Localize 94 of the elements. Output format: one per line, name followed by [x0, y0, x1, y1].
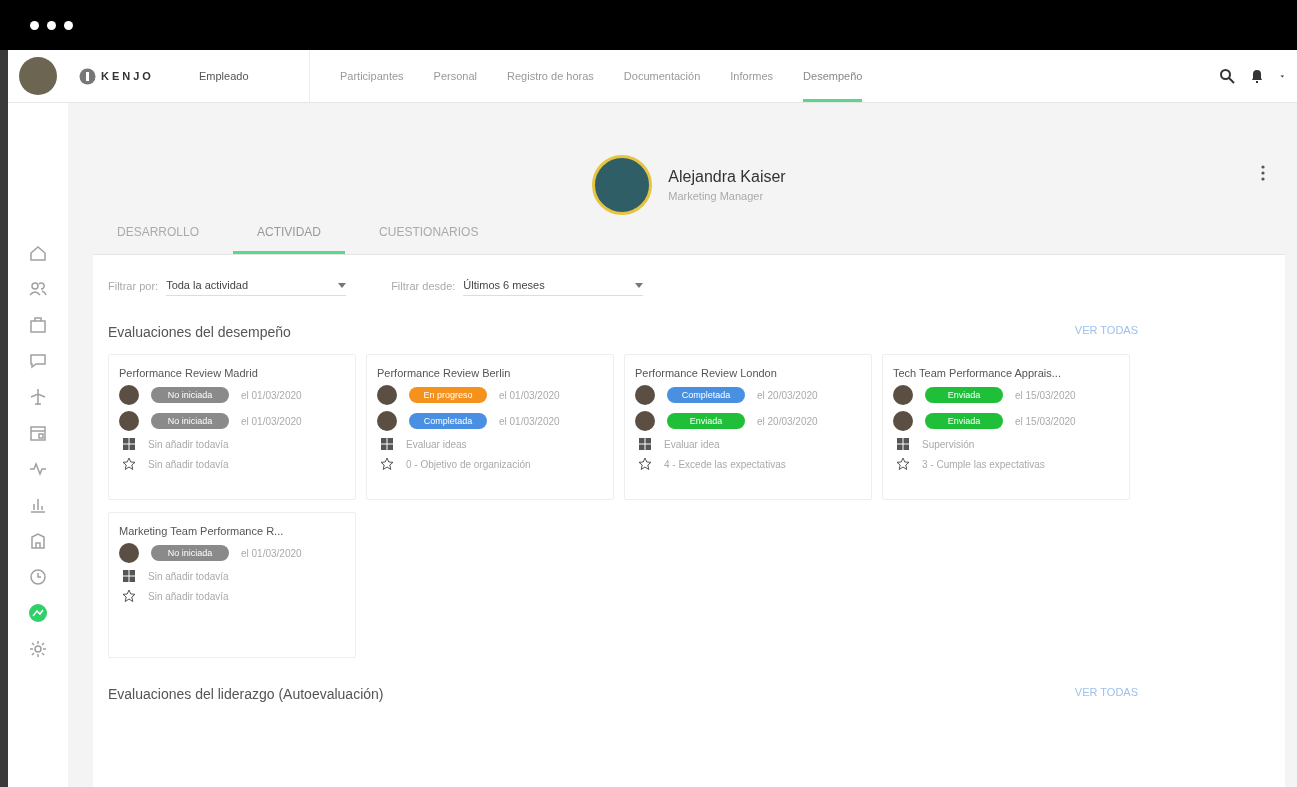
status-badge: No iniciada [151, 387, 229, 403]
status-badge: Completada [409, 413, 487, 429]
review-date: el 15/03/2020 [1015, 415, 1076, 427]
logo-text: KENJO [101, 70, 154, 82]
result-text: Sin añadir todavía [148, 438, 229, 450]
star-icon [122, 589, 136, 603]
rating-text: Sin añadir todavía [148, 458, 229, 470]
result-text: Evaluar idea [664, 438, 720, 450]
review-date: el 01/03/2020 [499, 415, 560, 427]
card-title: Performance Review Berlin [377, 367, 512, 379]
section-label: Empleado [199, 50, 310, 102]
star-icon [122, 457, 136, 471]
result-text: Evaluar ideas [406, 438, 467, 450]
evaluation-card[interactable]: Marketing Team Performance R... No iniciada el 01/03/2020 Sin añadir todavía Sin añadir todavía [108, 512, 356, 658]
chat-icon[interactable] [28, 351, 48, 371]
section-title: Evaluaciones del liderazgo (Autoevaluación) [108, 686, 384, 702]
more-icon[interactable] [1261, 165, 1265, 181]
building-icon[interactable] [28, 531, 48, 551]
avatar [893, 385, 913, 405]
evaluation-card[interactable]: Performance Review Madrid No iniciada el 01/03/2020 No iniciada el 01/03/2020 Sin añadir todavía Sin añadir todavía [108, 354, 356, 500]
star-icon [638, 457, 652, 471]
card-title: Marketing Team Performance R... [119, 525, 285, 537]
star-icon [380, 457, 394, 471]
grid-icon [896, 437, 910, 451]
filter-label: Filtrar desde: [391, 279, 456, 292]
rating-text: 3 - Cumple las expectativas [922, 458, 1045, 470]
status-badge: Completada [667, 387, 745, 403]
avatar [893, 411, 913, 431]
card-title: Performance Review Madrid [119, 367, 259, 379]
window-dot [30, 20, 39, 30]
search-icon[interactable] [1219, 68, 1235, 84]
grid-icon [122, 569, 136, 583]
nav-tab[interactable]: Informes [730, 50, 774, 102]
window-dot [47, 20, 56, 30]
result-text: Sin añadir todavía [148, 570, 229, 582]
profile-tab[interactable]: CUESTIONARIOS [355, 215, 503, 254]
result-text: Supervisión [922, 438, 975, 450]
view-all-link[interactable]: VER TODAS [1074, 686, 1138, 702]
card-title: Tech Team Performance Apprais... [893, 367, 1062, 379]
nav-tab[interactable]: Participantes [340, 50, 404, 102]
caret-icon [338, 282, 347, 288]
status-badge: Enviada [925, 387, 1003, 403]
avatar [119, 411, 139, 431]
status-badge: Enviada [925, 413, 1003, 429]
status-badge: En progreso [409, 387, 487, 403]
avatar [635, 385, 655, 405]
profile-tab[interactable]: DESARROLLO [93, 215, 224, 254]
review-date: el 20/03/2020 [757, 415, 818, 427]
filter-label: Filtrar por: [108, 279, 159, 292]
avatar [119, 543, 139, 563]
view-all-link[interactable]: VER TODAS [1074, 324, 1138, 340]
gear-icon[interactable] [28, 639, 48, 659]
rating-text: 0 - Objetivo de organización [406, 458, 531, 470]
filter-dropdown[interactable]: Últimos 6 meses [463, 275, 644, 296]
nav-tab[interactable]: Personal [433, 50, 477, 102]
caret-icon [635, 282, 644, 288]
home-icon[interactable] [28, 243, 48, 263]
rating-text: 4 - Excede las expectativas [664, 458, 786, 470]
evaluation-card[interactable]: Performance Review Berlin En progreso el 01/03/2020 Completada el 01/03/2020 Evaluar ideas 0 - Objetivo de organización [366, 354, 614, 500]
grid-icon [380, 437, 394, 451]
star-icon [896, 457, 910, 471]
filter-dropdown[interactable]: Toda la actividad [166, 275, 347, 296]
logo-icon [79, 67, 96, 85]
user-avatar[interactable] [19, 57, 57, 95]
nav-tab[interactable]: Documentación [623, 50, 701, 102]
evaluation-card[interactable]: Tech Team Performance Apprais... Enviada el 15/03/2020 Enviada el 15/03/2020 Supervisión 3 - Cumple las expectativas [882, 354, 1130, 500]
avatar [377, 385, 397, 405]
status-badge: No iniciada [151, 413, 229, 429]
bell-icon[interactable] [1249, 68, 1265, 84]
review-date: el 01/03/2020 [241, 389, 302, 401]
grid-icon [122, 437, 136, 451]
nav-tab[interactable]: Desempeño [803, 50, 863, 102]
status-badge: Enviada [667, 413, 745, 429]
review-date: el 01/03/2020 [241, 547, 302, 559]
review-date: el 20/03/2020 [757, 389, 818, 401]
evaluation-card[interactable]: Performance Review London Completada el 20/03/2020 Enviada el 20/03/2020 Evaluar idea 4 - Excede las expectativas [624, 354, 872, 500]
rating-text: Sin añadir todavía [148, 590, 229, 602]
avatar [377, 411, 397, 431]
nav-tab[interactable]: Registro de horas [507, 50, 594, 102]
card-title: Performance Review London [635, 367, 778, 379]
section-title: Evaluaciones del desempeño [108, 324, 291, 340]
briefcase-icon[interactable] [28, 315, 48, 335]
calendar-icon[interactable] [28, 423, 48, 443]
review-date: el 01/03/2020 [241, 415, 302, 427]
window-dot [64, 20, 73, 30]
grid-icon [638, 437, 652, 451]
avatar [119, 385, 139, 405]
clock-icon[interactable] [28, 567, 48, 587]
review-date: el 15/03/2020 [1015, 389, 1076, 401]
review-date: el 01/03/2020 [499, 389, 560, 401]
avatar [635, 411, 655, 431]
profile-name: Alejandra Kaiser [668, 168, 786, 186]
profile-role: Marketing Manager [668, 190, 765, 202]
status-badge: No iniciada [151, 545, 229, 561]
